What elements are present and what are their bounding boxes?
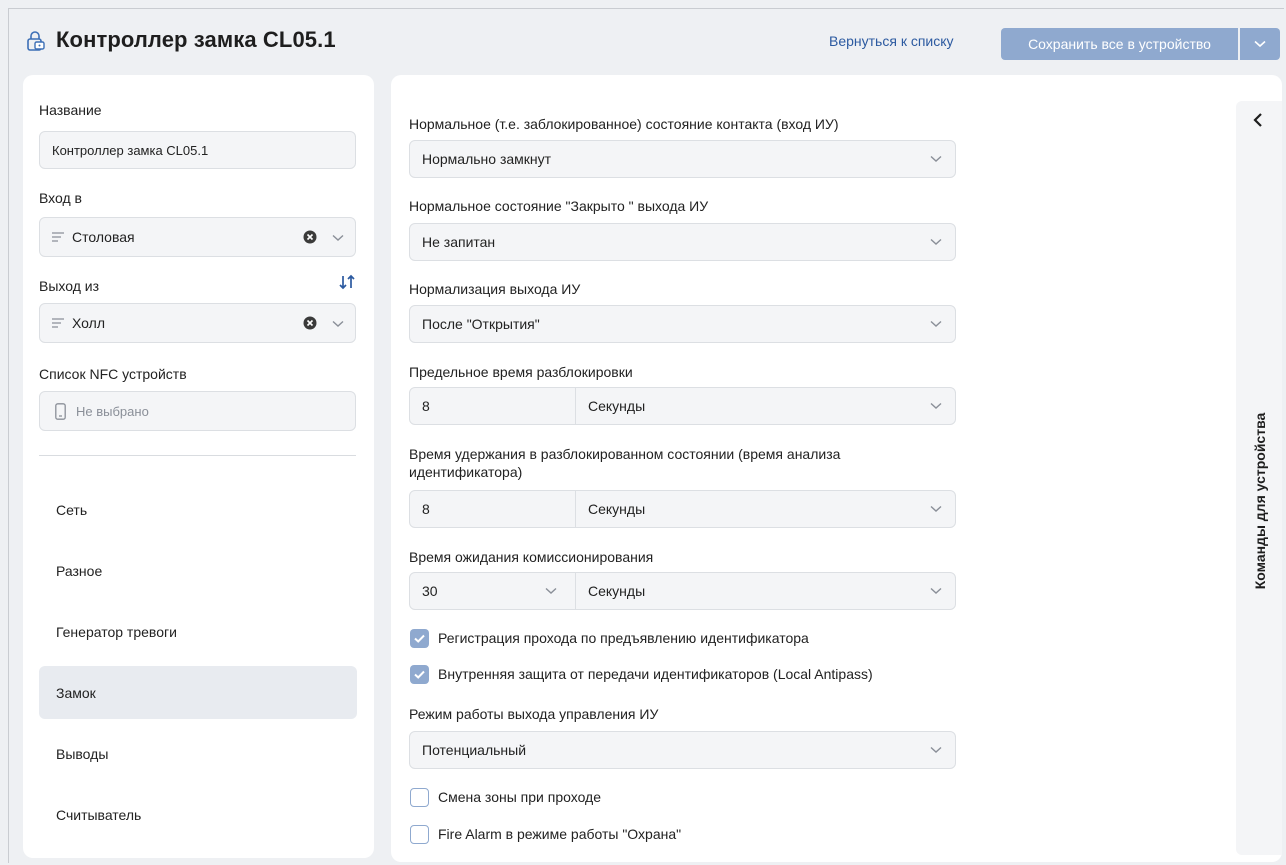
entry-zone-value: Столовая bbox=[72, 229, 135, 245]
list-icon bbox=[52, 318, 64, 328]
chevron-down-icon bbox=[930, 505, 942, 512]
entry-zone-label: Вход в bbox=[39, 190, 82, 206]
contact-state-select[interactable]: Нормально замкнут bbox=[409, 140, 956, 178]
exit-zone-label: Выход из bbox=[39, 278, 100, 294]
device-commands-label-svg: Команды для устройства bbox=[1252, 413, 1268, 590]
lock-settings-form: Нормальное (т.е. заблокированное) состоя… bbox=[391, 75, 1282, 862]
nav-item-reader[interactable]: Считыватель bbox=[39, 788, 357, 841]
nav-item-alarm-generator[interactable]: Генератор тревоги bbox=[39, 605, 357, 658]
chevron-left-icon[interactable] bbox=[1252, 112, 1264, 128]
closed-state-label: Нормальное состояние "Закрыто " выхода И… bbox=[409, 198, 709, 214]
nav-item-misc[interactable]: Разное bbox=[39, 544, 357, 597]
local-antipass-label[interactable]: Внутренняя защита от передачи идентифика… bbox=[438, 666, 873, 682]
zone-change-label[interactable]: Смена зоны при проходе bbox=[438, 789, 601, 805]
lock-icon bbox=[27, 31, 45, 51]
save-all-button[interactable]: Сохранить все в устройство bbox=[1001, 28, 1238, 60]
commission-time-field[interactable]: 30 Секунды bbox=[409, 572, 956, 610]
register-pass-checkbox[interactable] bbox=[410, 629, 429, 648]
divider bbox=[39, 455, 356, 456]
chevron-down-icon bbox=[930, 402, 942, 409]
commission-time-label: Время ожидания комиссионирования bbox=[409, 549, 654, 565]
name-input-value: Контроллер замка CL05.1 bbox=[52, 142, 209, 158]
name-input[interactable]: Контроллер замка CL05.1 bbox=[39, 131, 356, 169]
exit-zone-select[interactable]: Холл bbox=[39, 303, 356, 343]
hold-time-label-line2: идентификатора) bbox=[409, 464, 523, 480]
checkmark-icon bbox=[414, 634, 425, 643]
app-frame: Контроллер замка CL05.1 Вернуться к спис… bbox=[8, 8, 1284, 863]
register-pass-label[interactable]: Регистрация прохода по предъявлению иден… bbox=[438, 630, 809, 646]
local-antipass-checkbox[interactable] bbox=[410, 665, 429, 684]
chevron-down-icon bbox=[930, 320, 942, 327]
chevron-down-icon[interactable] bbox=[545, 587, 557, 595]
header: Контроллер замка CL05.1 Вернуться к спис… bbox=[9, 9, 1284, 71]
save-options-button[interactable] bbox=[1240, 28, 1280, 60]
commission-time-unit[interactable]: Секунды bbox=[588, 583, 645, 599]
chevron-down-icon bbox=[1254, 40, 1266, 48]
separator bbox=[575, 491, 576, 527]
device-commands-label: Команды для устройства bbox=[1252, 413, 1268, 590]
entry-zone-select[interactable]: Столовая bbox=[39, 217, 356, 257]
normalize-label: Нормализация выхода ИУ bbox=[409, 281, 581, 297]
hold-time-input[interactable]: 8 bbox=[422, 501, 430, 517]
normalize-value: После "Открытия" bbox=[422, 316, 540, 332]
checkmark-icon bbox=[414, 670, 425, 679]
chevron-down-icon bbox=[332, 320, 344, 327]
unlock-time-unit[interactable]: Секунды bbox=[588, 398, 645, 414]
output-mode-label: Режим работы выхода управления ИУ bbox=[409, 706, 659, 722]
output-mode-value: Потенциальный bbox=[422, 742, 527, 758]
zone-change-checkbox[interactable] bbox=[410, 788, 429, 807]
clear-icon[interactable] bbox=[303, 316, 317, 330]
chevron-down-icon bbox=[332, 234, 344, 241]
nav-item-lock[interactable]: Замок bbox=[39, 666, 357, 719]
nfc-devices-label: Список NFC устройств bbox=[39, 366, 187, 382]
list-icon bbox=[52, 232, 64, 242]
output-mode-select[interactable]: Потенциальный bbox=[409, 731, 956, 769]
separator bbox=[575, 388, 576, 424]
back-to-list-link[interactable]: Вернуться к списку bbox=[829, 33, 954, 49]
nfc-devices-placeholder: Не выбрано bbox=[76, 404, 149, 419]
unlock-time-input[interactable]: 8 bbox=[422, 398, 430, 414]
chevron-down-icon bbox=[930, 587, 942, 594]
unlock-time-label: Предельное время разблокировки bbox=[409, 364, 633, 380]
chevron-down-icon bbox=[930, 238, 942, 245]
name-label: Название bbox=[39, 102, 102, 118]
nfc-devices-select[interactable]: Не выбрано bbox=[39, 391, 356, 431]
clear-icon[interactable] bbox=[303, 230, 317, 244]
hold-time-label-line1: Время удержания в разблокированном состо… bbox=[409, 446, 841, 462]
contact-state-label: Нормальное (т.е. заблокированное) состоя… bbox=[409, 116, 839, 132]
chevron-down-icon bbox=[930, 155, 942, 162]
chevron-down-icon bbox=[930, 746, 942, 753]
contact-state-value: Нормально замкнут bbox=[422, 151, 552, 167]
page-title: Контроллер замка CL05.1 bbox=[56, 27, 336, 52]
hold-time-unit[interactable]: Секунды bbox=[588, 501, 645, 517]
hold-time-field[interactable]: 8 Секунды bbox=[409, 490, 956, 528]
normalize-select[interactable]: После "Открытия" bbox=[409, 305, 956, 343]
separator bbox=[575, 573, 576, 609]
nav-item-outputs[interactable]: Выводы bbox=[39, 727, 357, 780]
unlock-time-field[interactable]: 8 Секунды bbox=[409, 387, 956, 425]
closed-state-select[interactable]: Не запитан bbox=[409, 223, 956, 261]
nav-item-network[interactable]: Сеть bbox=[39, 483, 357, 536]
commission-time-input[interactable]: 30 bbox=[422, 583, 438, 599]
fire-alarm-label[interactable]: Fire Alarm в режиме работы "Охрана" bbox=[438, 826, 681, 842]
device-properties-panel: Название Контроллер замка CL05.1 Вход в … bbox=[23, 75, 374, 858]
device-icon bbox=[55, 403, 66, 420]
closed-state-value: Не запитан bbox=[422, 234, 496, 250]
exit-zone-value: Холл bbox=[72, 315, 105, 331]
fire-alarm-checkbox[interactable] bbox=[410, 825, 429, 844]
swap-icon[interactable] bbox=[338, 274, 356, 290]
